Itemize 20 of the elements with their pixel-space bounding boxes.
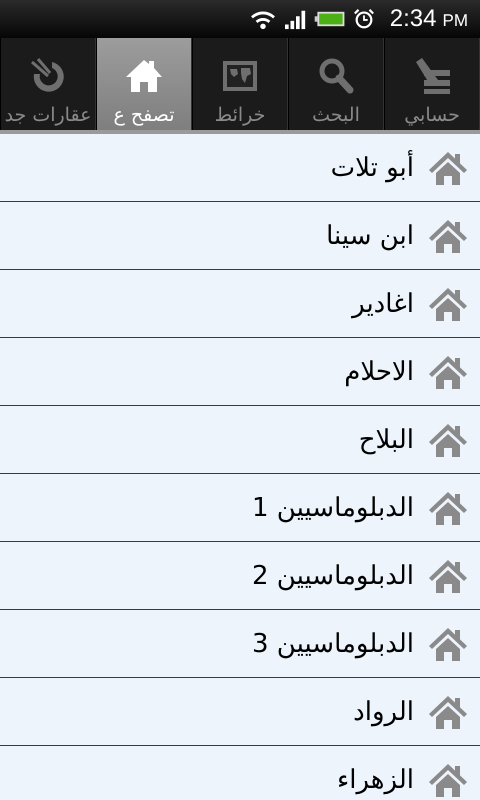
signal-icon <box>284 8 308 30</box>
list-item[interactable]: ابن سينا <box>0 202 480 270</box>
tab[interactable]: حسابي <box>384 38 480 130</box>
list-item[interactable]: الدبلوماسيين 1 <box>0 474 480 542</box>
list-item[interactable]: الزهراء <box>0 746 480 800</box>
clock-period: PM <box>442 11 468 31</box>
alarm-icon <box>352 8 376 30</box>
clock-time: 2:34 <box>390 5 436 33</box>
list-item[interactable]: الدبلوماسيين 2 <box>0 542 480 610</box>
tab[interactable]: خرائط <box>192 38 288 130</box>
list-item[interactable]: اغادير <box>0 270 480 338</box>
list-item[interactable]: البلاح <box>0 406 480 474</box>
list-item[interactable]: الاحلام <box>0 338 480 406</box>
battery-icon <box>314 10 346 28</box>
tab[interactable]: تصفح ع <box>96 38 192 130</box>
list-item[interactable]: الدبلوماسيين 3 <box>0 610 480 678</box>
list-item[interactable]: أبو تلات <box>0 134 480 202</box>
tab[interactable]: عقارات جد <box>0 38 96 130</box>
list-item[interactable]: الرواد <box>0 678 480 746</box>
tab[interactable]: البحث <box>288 38 384 130</box>
